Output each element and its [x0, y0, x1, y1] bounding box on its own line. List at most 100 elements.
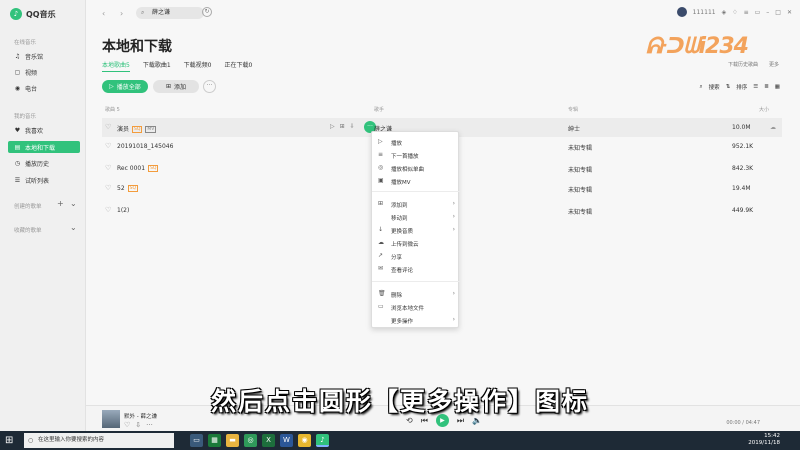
- mini-mode-icon[interactable]: ▭: [755, 9, 761, 16]
- radio-icon: ◉: [14, 84, 21, 92]
- clock-icon: ◷: [14, 159, 21, 167]
- song-title: 演员 SQ MV: [117, 126, 157, 133]
- menu-item-play[interactable]: ▷ 播放: [372, 136, 460, 148]
- tabs: 本地歌曲5 下载歌曲1 下载视频0 正在下载0: [102, 60, 252, 72]
- refresh-icon[interactable]: ↻: [202, 7, 212, 17]
- play-icon[interactable]: ▷: [330, 123, 335, 130]
- skin-icon[interactable]: ♢: [732, 9, 737, 16]
- windows-start-icon[interactable]: ⊞: [5, 435, 13, 446]
- menu-item-upload-cloud[interactable]: ☁ 上传到微云: [372, 237, 460, 249]
- download-icon[interactable]: ⇩: [135, 421, 141, 429]
- menu-item-comments[interactable]: ✉ 查看评论: [372, 263, 460, 275]
- more-icon[interactable]: ···: [146, 421, 153, 429]
- tab-downloaded-videos[interactable]: 下载视频0: [184, 60, 212, 72]
- search-icon[interactable]: ⌕: [700, 84, 703, 91]
- word-icon[interactable]: W: [280, 434, 293, 447]
- comment-icon: ✉: [378, 265, 384, 272]
- close-icon[interactable]: ✕: [787, 9, 792, 16]
- chevron-down-icon[interactable]: ⌄: [70, 199, 77, 208]
- qq-music-taskbar-icon[interactable]: ♪: [316, 434, 329, 447]
- chevron-right-icon: ›: [452, 213, 455, 220]
- menu-item-delete[interactable]: 🗑 删除 ›: [372, 288, 460, 300]
- menu-item-move-to[interactable]: 移动到 ›: [372, 211, 460, 223]
- clock[interactable]: 15:42 2019/11/18: [748, 433, 780, 447]
- avatar[interactable]: [676, 7, 687, 17]
- heart-icon[interactable]: ♡: [105, 184, 111, 192]
- taskbar: ⊞ ○ 在这里输入你要搜索的内容 ▭ ▦ ▬ ◎ X W ◉ ♪ 15:42 2…: [0, 431, 800, 450]
- play-all-button[interactable]: ▷ 播放全部: [102, 80, 148, 93]
- list-view-icon[interactable]: ☰: [753, 84, 758, 90]
- qq-icon[interactable]: ◉: [298, 434, 311, 447]
- search-input[interactable]: ⌕ 薛之谦: [136, 7, 204, 19]
- maximize-icon[interactable]: □: [775, 9, 781, 16]
- song-album[interactable]: 未知专辑: [568, 207, 592, 216]
- add-icon[interactable]: ⊞: [340, 123, 345, 130]
- heart-icon[interactable]: ♡: [124, 421, 130, 429]
- menu-item-more-actions[interactable]: 更多操作 ›: [372, 314, 460, 326]
- song-size: 19.4M: [732, 185, 751, 192]
- add-icon: ⊞: [165, 83, 171, 90]
- vip-icon[interactable]: ◈: [722, 9, 727, 16]
- song-album[interactable]: 未知专辑: [568, 185, 592, 194]
- forward-arrow-icon[interactable]: ›: [120, 9, 123, 18]
- mv-badge[interactable]: MV: [145, 126, 157, 133]
- app-icon[interactable]: ▦: [208, 434, 221, 447]
- sidebar-item-history[interactable]: ◷ 播放历史: [8, 157, 80, 169]
- tab-local-songs[interactable]: 本地歌曲5: [102, 60, 130, 72]
- heart-icon[interactable]: ♡: [105, 206, 111, 214]
- sq-badge: SQ: [132, 126, 143, 133]
- browser-icon[interactable]: ◎: [244, 434, 257, 447]
- detail-view-icon[interactable]: ≣: [764, 84, 769, 90]
- menu-item-play-mv[interactable]: ▣ 播放MV: [372, 175, 460, 187]
- song-album[interactable]: 未知专辑: [568, 165, 592, 174]
- tab-downloaded-songs[interactable]: 下载歌曲1: [143, 60, 171, 72]
- sidebar-item-local-download[interactable]: ▤ 本地和下载: [8, 141, 80, 153]
- sidebar-item-label: 试听列表: [25, 177, 50, 185]
- add-icon: ⊞: [378, 200, 384, 207]
- sidebar-item-music-hall[interactable]: ♫ 音乐馆: [8, 50, 80, 62]
- heart-icon[interactable]: ♡: [105, 142, 111, 150]
- menu-item-share[interactable]: ↗ 分享: [372, 250, 460, 262]
- heart-icon[interactable]: ♡: [105, 164, 111, 172]
- more-link[interactable]: 更多: [769, 61, 779, 68]
- grid-view-icon[interactable]: ▦: [775, 84, 780, 90]
- song-album[interactable]: 绅士: [568, 124, 580, 133]
- sidebar-item-trial-list[interactable]: ☰ 试听列表: [8, 174, 80, 186]
- download-icon[interactable]: ⇩: [350, 123, 355, 130]
- menu-item-add-to[interactable]: ⊞ 添加到 ›: [372, 198, 460, 210]
- download-history-link[interactable]: 下载历史歌曲: [728, 61, 758, 68]
- header-song[interactable]: 歌曲 5: [105, 106, 120, 113]
- header-size[interactable]: 大小: [759, 106, 769, 113]
- heart-icon[interactable]: ♡: [105, 123, 111, 131]
- header-artist[interactable]: 歌手: [374, 106, 384, 113]
- menu-icon[interactable]: ≡: [744, 9, 749, 16]
- menu-item-change-quality[interactable]: ↓ 更换音质 ›: [372, 224, 460, 236]
- context-menu: ▷ 播放 ≡ 下一首播放 ◎ 播放相似单曲 ▣ 播放MV ⊞ 添加到 › 移动到 › ↓ 更换音…: [371, 131, 460, 328]
- search-tool-label[interactable]: 搜索: [709, 83, 720, 91]
- cloud-icon[interactable]: ☁: [770, 124, 776, 131]
- sidebar-item-favorites[interactable]: ♥ 我喜欢: [8, 124, 80, 136]
- tab-downloading[interactable]: 正在下载0: [224, 60, 252, 72]
- minimize-icon[interactable]: –: [766, 9, 769, 16]
- sidebar-item-radio[interactable]: ◉ 电台: [8, 82, 80, 94]
- menu-item-play-next[interactable]: ≡ 下一首播放: [372, 149, 460, 161]
- menu-item-play-similar[interactable]: ◎ 播放相似单曲: [372, 162, 460, 174]
- more-options-button[interactable]: ···: [203, 80, 216, 93]
- chevron-down-icon[interactable]: ⌄: [70, 223, 77, 232]
- excel-icon[interactable]: X: [262, 434, 275, 447]
- task-view-icon[interactable]: ▭: [190, 434, 203, 447]
- taskbar-search-input[interactable]: ○ 在这里输入你要搜索的内容: [24, 433, 174, 448]
- sidebar-item-video[interactable]: ▢ 视频: [8, 66, 80, 78]
- username[interactable]: 111111: [693, 9, 716, 16]
- menu-divider: [372, 191, 460, 192]
- menu-item-browse-local[interactable]: ▭ 浏览本地文件: [372, 301, 460, 313]
- header-album[interactable]: 专辑: [568, 106, 578, 113]
- sort-icon[interactable]: ⇅: [726, 84, 731, 90]
- add-playlist-icon[interactable]: +: [57, 199, 64, 208]
- sidebar-item-label: 视频: [25, 69, 38, 77]
- sort-tool-label[interactable]: 排序: [736, 83, 747, 91]
- add-button[interactable]: ⊞ 添加: [153, 80, 199, 93]
- song-album[interactable]: 未知专辑: [568, 143, 592, 152]
- back-arrow-icon[interactable]: ‹: [102, 9, 105, 18]
- file-explorer-icon[interactable]: ▬: [226, 434, 239, 447]
